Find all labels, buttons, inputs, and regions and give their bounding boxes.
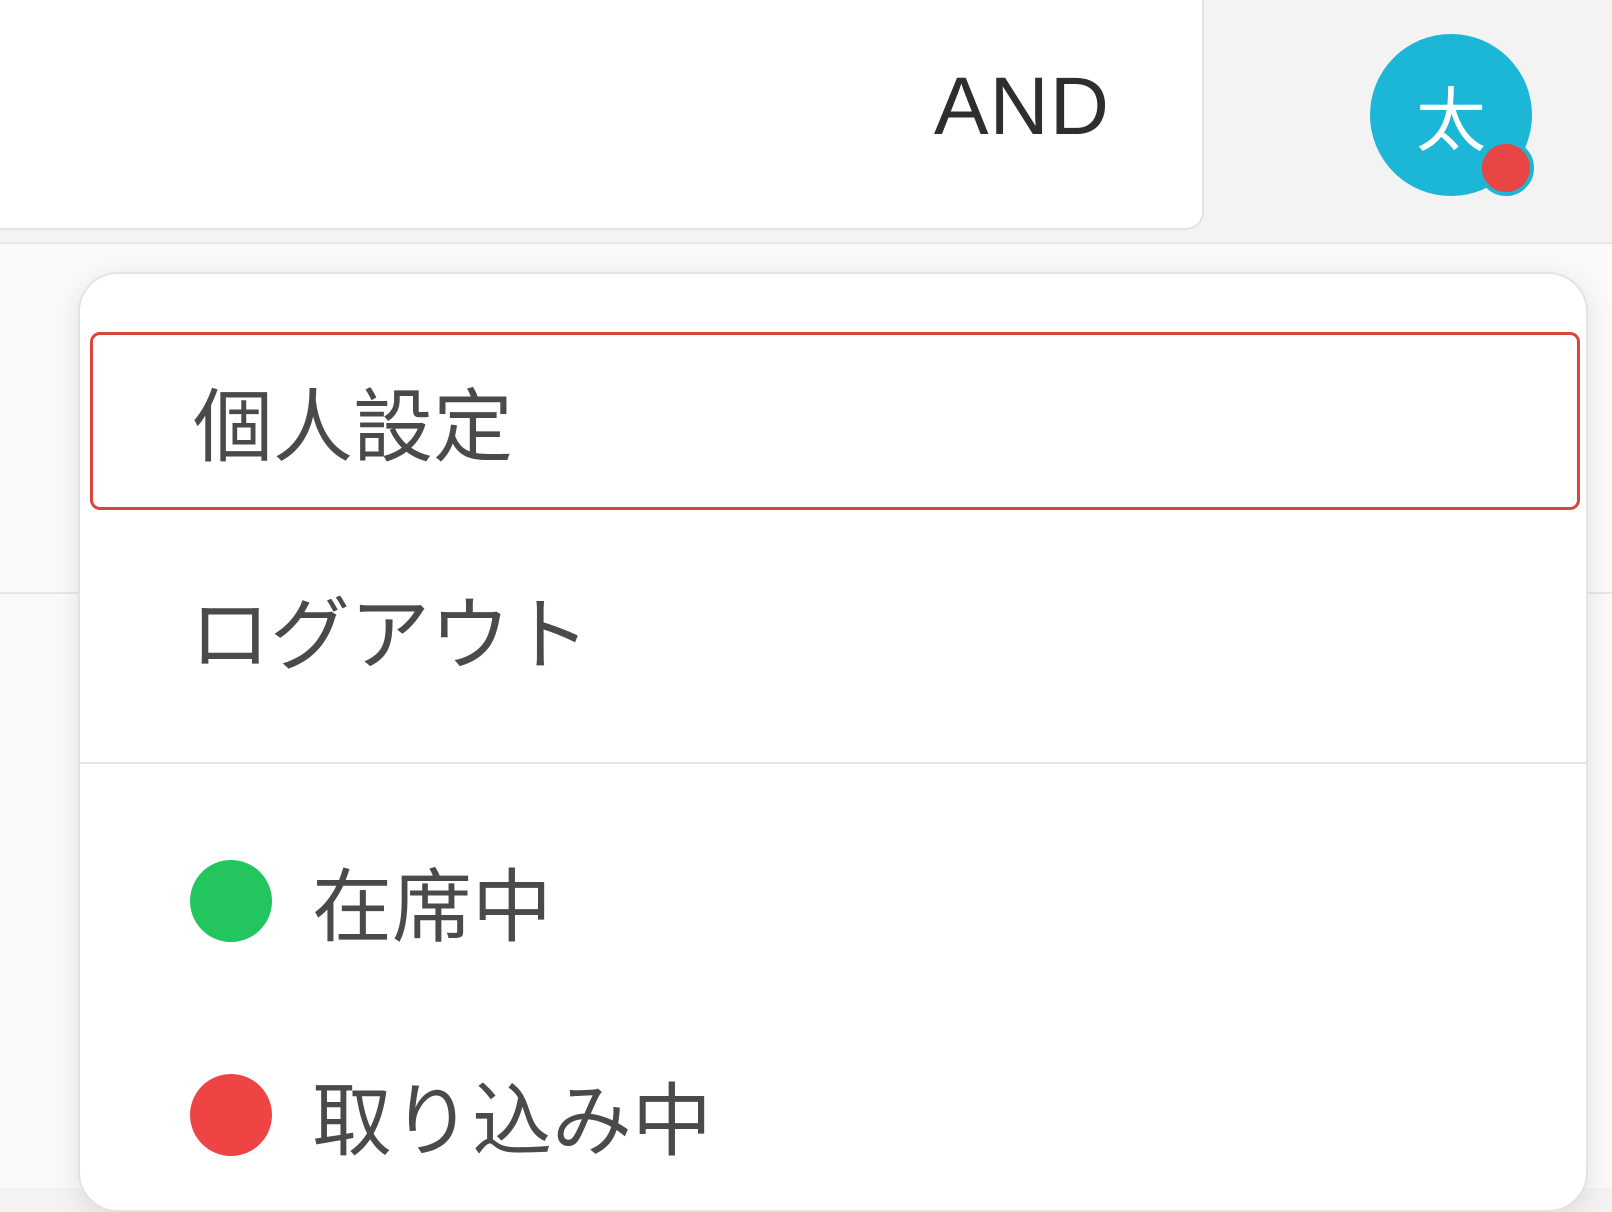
- search-mode-label[interactable]: AND: [934, 60, 1110, 154]
- status-label: 在席中: [312, 861, 552, 954]
- status-dot-icon: [190, 1074, 272, 1156]
- menu-item-label: 個人設定: [193, 381, 513, 474]
- user-menu-dropdown: 個人設定 ログアウト 在席中 取り込み中: [78, 272, 1588, 1212]
- status-option-busy[interactable]: 取り込み中: [90, 1040, 1580, 1190]
- avatar-status-dot: [1478, 140, 1534, 196]
- menu-divider: [80, 762, 1586, 764]
- search-box[interactable]: AND: [0, 0, 1204, 230]
- menu-item-logout[interactable]: ログアウト: [90, 540, 1580, 718]
- avatar-initial: 太: [1416, 79, 1486, 162]
- status-dot-icon: [190, 860, 272, 942]
- status-option-present[interactable]: 在席中: [90, 826, 1580, 976]
- top-header: AND 太: [0, 0, 1612, 244]
- status-label: 取り込み中: [312, 1075, 712, 1168]
- menu-item-personal-settings[interactable]: 個人設定: [90, 332, 1580, 510]
- menu-item-label: ログアウト: [190, 589, 590, 682]
